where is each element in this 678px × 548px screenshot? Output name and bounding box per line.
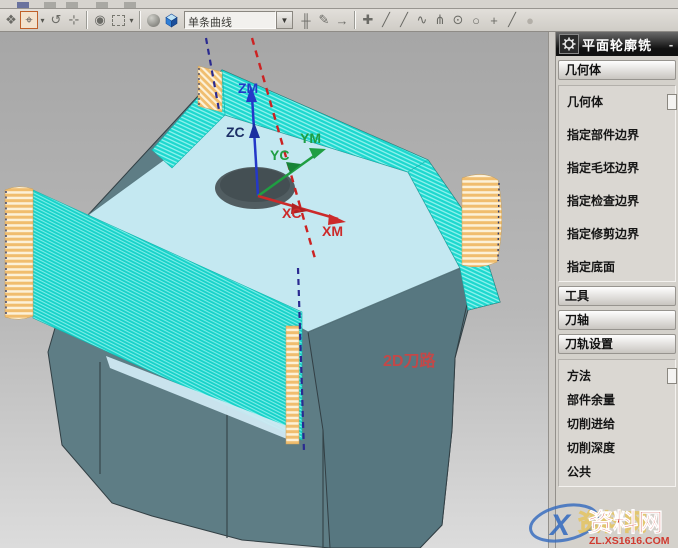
snap-plus-icon[interactable]: + bbox=[485, 11, 503, 29]
curve-rule-value[interactable]: 单条曲线 bbox=[184, 11, 276, 29]
row-specify-trim-boundary[interactable]: 指定修剪边界 bbox=[567, 224, 675, 244]
toolpath-annotation: 2D刀路 bbox=[383, 351, 436, 370]
zm-axis-label: ZM bbox=[238, 80, 258, 96]
boundary-right-coil-dashes bbox=[498, 183, 499, 261]
site-watermark: X 资料网 资料网 ZL.XS1616.COM bbox=[526, 497, 678, 547]
nx-cam-window: { "toolbar": { "combo_value": "单条曲线", "i… bbox=[0, 0, 678, 548]
boundary-left-coil bbox=[5, 187, 33, 320]
section-geometry[interactable]: 几何体 bbox=[558, 60, 676, 80]
snap-constructor-icon[interactable]: ⊹ bbox=[65, 11, 83, 29]
geometry-group: 几何体 指定部件边界 指定毛坯边界 指定检查边界 指定修剪边界 指定底面 bbox=[558, 85, 676, 282]
gear-icon[interactable] bbox=[559, 34, 579, 54]
row-specify-floor[interactable]: 指定底面 bbox=[567, 257, 675, 277]
row-method-label: 方法 bbox=[567, 369, 591, 383]
panel-divider[interactable] bbox=[548, 32, 556, 548]
model-scene: ZM ZC YM YC XC XM 2D刀路 bbox=[0, 32, 548, 548]
shaded-view-icon[interactable] bbox=[144, 11, 162, 29]
snap-move-icon[interactable]: ✚ bbox=[359, 11, 377, 29]
dialog-title: 平面轮廓铣 bbox=[582, 35, 664, 54]
cube-glyph bbox=[164, 13, 179, 28]
boundary-right-coil bbox=[462, 174, 502, 266]
planar-profile-mill-dialog: 平面轮廓铣 - 几何体 几何体 指定部件边界 指定毛坯边界 指定检查边界 指定修… bbox=[556, 32, 678, 548]
row-specify-check-boundary[interactable]: 指定检查边界 bbox=[567, 191, 675, 211]
path-settings-group: 方法 部件余量 切削进给 切削深度 公共 bbox=[558, 359, 676, 487]
main-toolbar: ❖ ⌖ ▾ ↺ ⊹ ◉ ▾ 单条曲线 ▼ ╫ ✎ → ✚ ╱ ╱ ∿ ⋔ ⊙ ○… bbox=[0, 9, 678, 32]
snap-intersection-icon[interactable]: ⋔ bbox=[431, 11, 449, 29]
toolbar-separator bbox=[354, 11, 356, 29]
partial-icon bbox=[96, 2, 108, 8]
hexagon-point-icon[interactable]: ◉ bbox=[91, 11, 109, 29]
partial-icon bbox=[124, 2, 136, 8]
xm-axis-label: XM bbox=[322, 223, 343, 239]
row-specify-blank-boundary[interactable]: 指定毛坯边界 bbox=[567, 158, 675, 178]
ym-axis-label: YM bbox=[300, 130, 321, 146]
sphere-glyph bbox=[147, 14, 160, 27]
watermark-site-text: 资料网 bbox=[588, 509, 663, 537]
dropdown-caret-icon[interactable]: ▾ bbox=[38, 16, 47, 25]
curve-rule-combobox[interactable]: 单条曲线 ▼ bbox=[184, 11, 293, 29]
toolbar-row-partial bbox=[0, 0, 678, 9]
row-common[interactable]: 公共 bbox=[567, 462, 675, 482]
snap-point-tool-icon[interactable]: ⌖ bbox=[20, 11, 38, 29]
snap-endpoint-icon[interactable]: ╱ bbox=[377, 11, 395, 29]
isometric-cube-icon[interactable] bbox=[162, 11, 180, 29]
edit-tool-icon[interactable]: ✎ bbox=[315, 11, 333, 29]
method-dropdown-stub[interactable] bbox=[667, 368, 677, 384]
rect-select-caret-icon[interactable]: ▾ bbox=[127, 16, 136, 25]
watermark-url-text: ZL.XS1616.COM bbox=[589, 535, 670, 547]
model-hole-shadow bbox=[220, 168, 290, 202]
graphics-viewport[interactable]: ZM ZC YM YC XC XM 2D刀路 bbox=[0, 32, 548, 548]
boundary-front-strip bbox=[286, 326, 299, 444]
fence-icon[interactable]: ╫ bbox=[297, 11, 315, 29]
partial-icon bbox=[66, 2, 78, 8]
rect-select-icon[interactable] bbox=[109, 11, 127, 29]
dialog-title-bar[interactable]: 平面轮廓铣 - bbox=[556, 32, 678, 56]
partial-icon bbox=[44, 2, 56, 8]
xc-axis-label: XC bbox=[282, 205, 301, 221]
section-path-settings[interactable]: 刀轨设置 bbox=[558, 334, 676, 354]
snap-spline-icon[interactable]: ∿ bbox=[413, 11, 431, 29]
snap-center-icon[interactable]: ⊙ bbox=[449, 11, 467, 29]
combo-dropdown-button[interactable]: ▼ bbox=[276, 11, 293, 29]
dialog-minimize-button[interactable]: - bbox=[664, 37, 678, 52]
snap-circle-icon[interactable]: ○ bbox=[467, 11, 485, 29]
row-geometry-label: 几何体 bbox=[567, 95, 603, 109]
row-part-stock[interactable]: 部件余量 bbox=[567, 390, 675, 410]
toolbar-separator bbox=[86, 11, 88, 29]
watermark-x-mark: X bbox=[548, 509, 572, 542]
section-tool[interactable]: 工具 bbox=[558, 286, 676, 306]
apply-arrow-icon[interactable]: → bbox=[333, 11, 351, 29]
section-tool-axis[interactable]: 刀轴 bbox=[558, 310, 676, 330]
row-method[interactable]: 方法 bbox=[567, 366, 675, 386]
snap-blob-icon[interactable]: ● bbox=[521, 11, 539, 29]
rect-select-glyph bbox=[112, 15, 125, 26]
partial-icon bbox=[17, 2, 29, 8]
snap-line-icon[interactable]: ╱ bbox=[503, 11, 521, 29]
geometry-dropdown-stub[interactable] bbox=[667, 94, 677, 110]
row-cut-feed[interactable]: 切削进给 bbox=[567, 414, 675, 434]
yc-axis-label: YC bbox=[270, 147, 289, 163]
row-geometry[interactable]: 几何体 bbox=[567, 92, 675, 112]
snap-midpoint-icon[interactable]: ╱ bbox=[395, 11, 413, 29]
row-specify-part-boundary[interactable]: 指定部件边界 bbox=[567, 125, 675, 145]
toolbar-separator bbox=[139, 11, 141, 29]
zc-axis-label: ZC bbox=[226, 124, 245, 140]
rotate-csys-icon[interactable]: ↺ bbox=[47, 11, 65, 29]
selection-filter-icon[interactable]: ❖ bbox=[2, 11, 20, 29]
row-cut-depth[interactable]: 切削深度 bbox=[567, 438, 675, 458]
